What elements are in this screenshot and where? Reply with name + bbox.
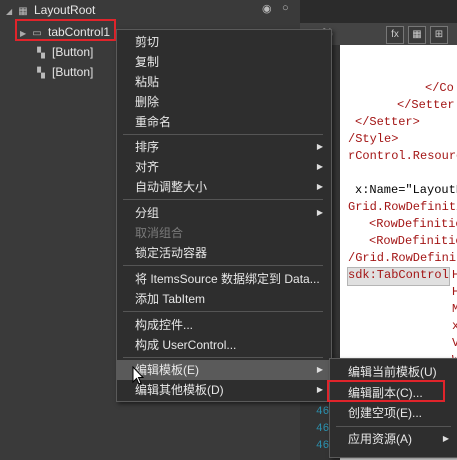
menu-item-order[interactable]: 排序 ▶: [117, 137, 331, 157]
split-view-icon[interactable]: ⊞: [430, 26, 448, 44]
tree-item-label: [Button]: [52, 45, 94, 59]
menu-item-autosize[interactable]: 自动调整大小 ▶: [117, 177, 331, 197]
menu-separator: [123, 311, 323, 312]
code-attr: V: [452, 336, 457, 350]
menu-item-edit-other-templates[interactable]: 编辑其他模板(D) ▶: [117, 380, 331, 400]
menu-label: 应用资源(A): [348, 432, 412, 446]
tree-item-layoutroot[interactable]: ◢ ▦ LayoutRoot: [6, 0, 95, 20]
menu-label: 分组: [135, 206, 160, 220]
code-line: Grid.RowDefiniti: [348, 200, 457, 214]
submenu-arrow-icon: ▶: [316, 365, 323, 374]
code-line: <RowDefinitio: [369, 234, 457, 248]
menu-label: 粘贴: [135, 75, 160, 89]
menu-separator: [123, 199, 323, 200]
line-number: 46: [316, 406, 330, 418]
visibility-eye-icon[interactable]: ◉: [262, 2, 276, 16]
submenu-arrow-icon: ▶: [316, 385, 323, 394]
menu-label: 复制: [135, 55, 160, 69]
context-menu: 剪切 复制 粘贴 删除 重命名 排序 ▶ 对齐 ▶ 自动调整大小 ▶ 分组 ▶ 取消组合…: [116, 29, 332, 402]
menu-label: 删除: [135, 95, 160, 109]
code-line: x:Name="LayoutR: [355, 183, 457, 197]
tree-item-button-1[interactable]: ▚ [Button]: [34, 42, 93, 62]
code-attr: M: [452, 302, 457, 316]
menu-label: 构成 UserControl...: [135, 338, 237, 352]
submenu-item-edit-current[interactable]: 编辑当前模板(U): [330, 362, 457, 382]
code-line: rControl.Resourc: [348, 149, 457, 163]
menu-label: 创建空项(E)...: [348, 406, 422, 420]
menu-item-make-usercontrol[interactable]: 构成 UserControl...: [117, 335, 331, 355]
tree-item-button-2[interactable]: ▚ [Button]: [34, 62, 93, 82]
menu-item-ungroup: 取消组合: [117, 223, 331, 243]
code-attr: x: [452, 319, 457, 333]
code-line: <RowDefinitio: [369, 217, 457, 231]
submenu-item-create-empty[interactable]: 创建空项(E)...: [330, 403, 457, 423]
menu-label: 排序: [135, 140, 160, 154]
grid-view-icon[interactable]: ▦: [408, 26, 426, 44]
menu-item-copy[interactable]: 复制: [117, 52, 331, 72]
menu-item-cut[interactable]: 剪切: [117, 32, 331, 52]
fx-icon[interactable]: fx: [386, 26, 404, 44]
menu-item-align[interactable]: 对齐 ▶: [117, 157, 331, 177]
line-number: 46: [316, 440, 330, 452]
code-line-selected: sdk:TabControl: [348, 268, 449, 282]
menu-item-group[interactable]: 分组 ▶: [117, 203, 331, 223]
submenu-item-apply-resource[interactable]: 应用资源(A) ▶: [330, 429, 457, 449]
code-line: </Co: [425, 81, 454, 95]
menu-item-add-tabitem[interactable]: 添加 TabItem: [117, 289, 331, 309]
tree-item-label: LayoutRoot: [34, 3, 96, 17]
lock-toggle-icon[interactable]: ○: [282, 2, 296, 16]
code-line: /Style>: [348, 132, 399, 146]
menu-label: 添加 TabItem: [135, 292, 206, 306]
button-icon: ▚: [37, 68, 45, 79]
line-number: 46: [316, 423, 330, 435]
tabcontrol-highlight-box: [15, 19, 116, 41]
menu-item-lock-container[interactable]: 锁定活动容器: [117, 243, 331, 263]
menu-item-rename[interactable]: 重命名: [117, 112, 331, 132]
code-attr: H: [452, 285, 457, 299]
menu-label: 锁定活动容器: [135, 246, 208, 260]
menu-separator: [123, 265, 323, 266]
menu-label: 剪切: [135, 35, 160, 49]
menu-item-make-control[interactable]: 构成控件...: [117, 315, 331, 335]
menu-item-edit-template[interactable]: 编辑模板(E) ▶: [117, 360, 331, 380]
menu-label: 将 ItemsSource 数据绑定到 Data...: [135, 272, 320, 286]
menu-label: 自动调整大小: [135, 180, 208, 194]
mouse-pointer-icon: [132, 366, 145, 385]
menu-separator: [123, 134, 323, 135]
menu-separator: [123, 357, 323, 358]
edit-copy-highlight-box: [327, 380, 445, 402]
menu-label: 构成控件...: [135, 318, 194, 332]
menu-item-bind-itemssource[interactable]: 将 ItemsSource 数据绑定到 Data...: [117, 269, 331, 289]
button-icon: ▚: [37, 48, 45, 59]
menu-separator: [336, 426, 451, 427]
menu-item-delete[interactable]: 删除: [117, 92, 331, 112]
code-attr: H: [452, 268, 457, 282]
menu-label: 编辑其他模板(D): [135, 383, 224, 397]
submenu-arrow-icon: ▶: [316, 142, 323, 151]
menu-label: 重命名: [135, 115, 172, 129]
code-line: /Grid.RowDefinit: [348, 251, 457, 265]
menu-label: 取消组合: [135, 226, 184, 240]
menu-label: 对齐: [135, 160, 160, 174]
code-line: </Setter>: [355, 115, 420, 129]
submenu-arrow-icon: ▶: [316, 208, 323, 217]
submenu-arrow-icon: ▶: [316, 162, 323, 171]
menu-item-paste[interactable]: 粘贴: [117, 72, 331, 92]
submenu-arrow-icon: ▶: [442, 434, 449, 443]
tree-item-label: [Button]: [52, 65, 94, 79]
menu-label: 编辑当前模板(U): [348, 365, 437, 379]
submenu-arrow-icon: ▶: [316, 182, 323, 191]
edit-template-submenu: 编辑当前模板(U) 编辑副本(C)... 创建空项(E)... 应用资源(A) ▶: [329, 358, 457, 458]
code-line: </Setter.: [397, 98, 457, 112]
